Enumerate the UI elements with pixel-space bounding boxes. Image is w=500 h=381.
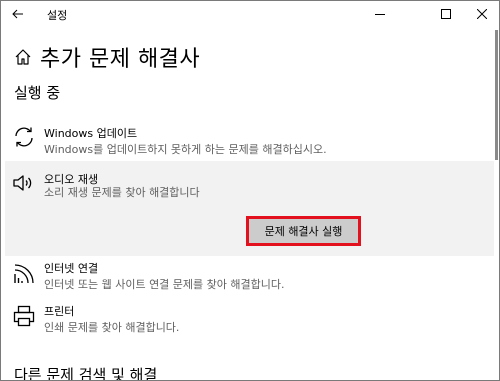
maximize-button[interactable] xyxy=(429,1,463,27)
troubleshooter-windows-update[interactable]: Windows 업데이트 Windows를 업데이트하지 못하게 하는 문제를 … xyxy=(5,122,494,158)
speaker-icon xyxy=(13,175,32,191)
troubleshooter-internet[interactable]: 인터넷 연결 인터넷 또는 웹 사이트 연결 문제를 찾아 해결합니다. xyxy=(5,259,494,295)
item-description: Windows를 업데이트하지 못하게 하는 문제를 해결하십시오. xyxy=(44,143,327,156)
troubleshooter-printer[interactable]: 프린터 인쇄 문제를 찾아 해결합니다. xyxy=(5,302,494,338)
scrollbar[interactable] xyxy=(495,30,498,160)
item-description: 인터넷 또는 웹 사이트 연결 문제를 찾아 해결합니다. xyxy=(44,278,285,291)
printer-icon xyxy=(13,305,35,327)
section-title-running: 실행 중 xyxy=(14,84,61,102)
app-title: 설정 xyxy=(47,9,68,22)
back-button[interactable] xyxy=(5,3,31,25)
back-arrow-icon xyxy=(12,9,23,19)
item-title: 프린터 xyxy=(44,305,75,318)
section-title-other: 다른 문제 검색 및 해결 xyxy=(14,366,158,381)
home-icon xyxy=(15,49,31,65)
troubleshooter-audio[interactable]: 오디오 재생 소리 재생 문제를 찾아 해결합니다 문제 해결사 실행 xyxy=(5,161,494,256)
item-title: 인터넷 연결 xyxy=(44,262,99,275)
item-description: 소리 재생 문제를 찾아 해결합니다 xyxy=(44,186,200,199)
settings-window: 설정 추가 문제 해결사 실행 중 Windows 업데이트 Windows를 … xyxy=(0,0,500,381)
close-button[interactable] xyxy=(465,1,499,27)
wifi-icon xyxy=(14,264,34,284)
close-icon xyxy=(477,9,487,19)
title-bar: 설정 xyxy=(1,1,499,29)
item-title: Windows 업데이트 xyxy=(44,127,138,140)
item-description: 인쇄 문제를 찾아 해결합니다. xyxy=(44,321,180,334)
page-header: 추가 문제 해결사 xyxy=(14,41,200,73)
page-title: 추가 문제 해결사 xyxy=(40,47,201,72)
run-troubleshooter-button[interactable]: 문제 해결사 실행 xyxy=(246,216,361,246)
refresh-icon xyxy=(15,127,33,147)
minimize-button[interactable] xyxy=(363,1,397,27)
minimize-icon xyxy=(375,14,385,15)
maximize-icon xyxy=(441,9,451,19)
